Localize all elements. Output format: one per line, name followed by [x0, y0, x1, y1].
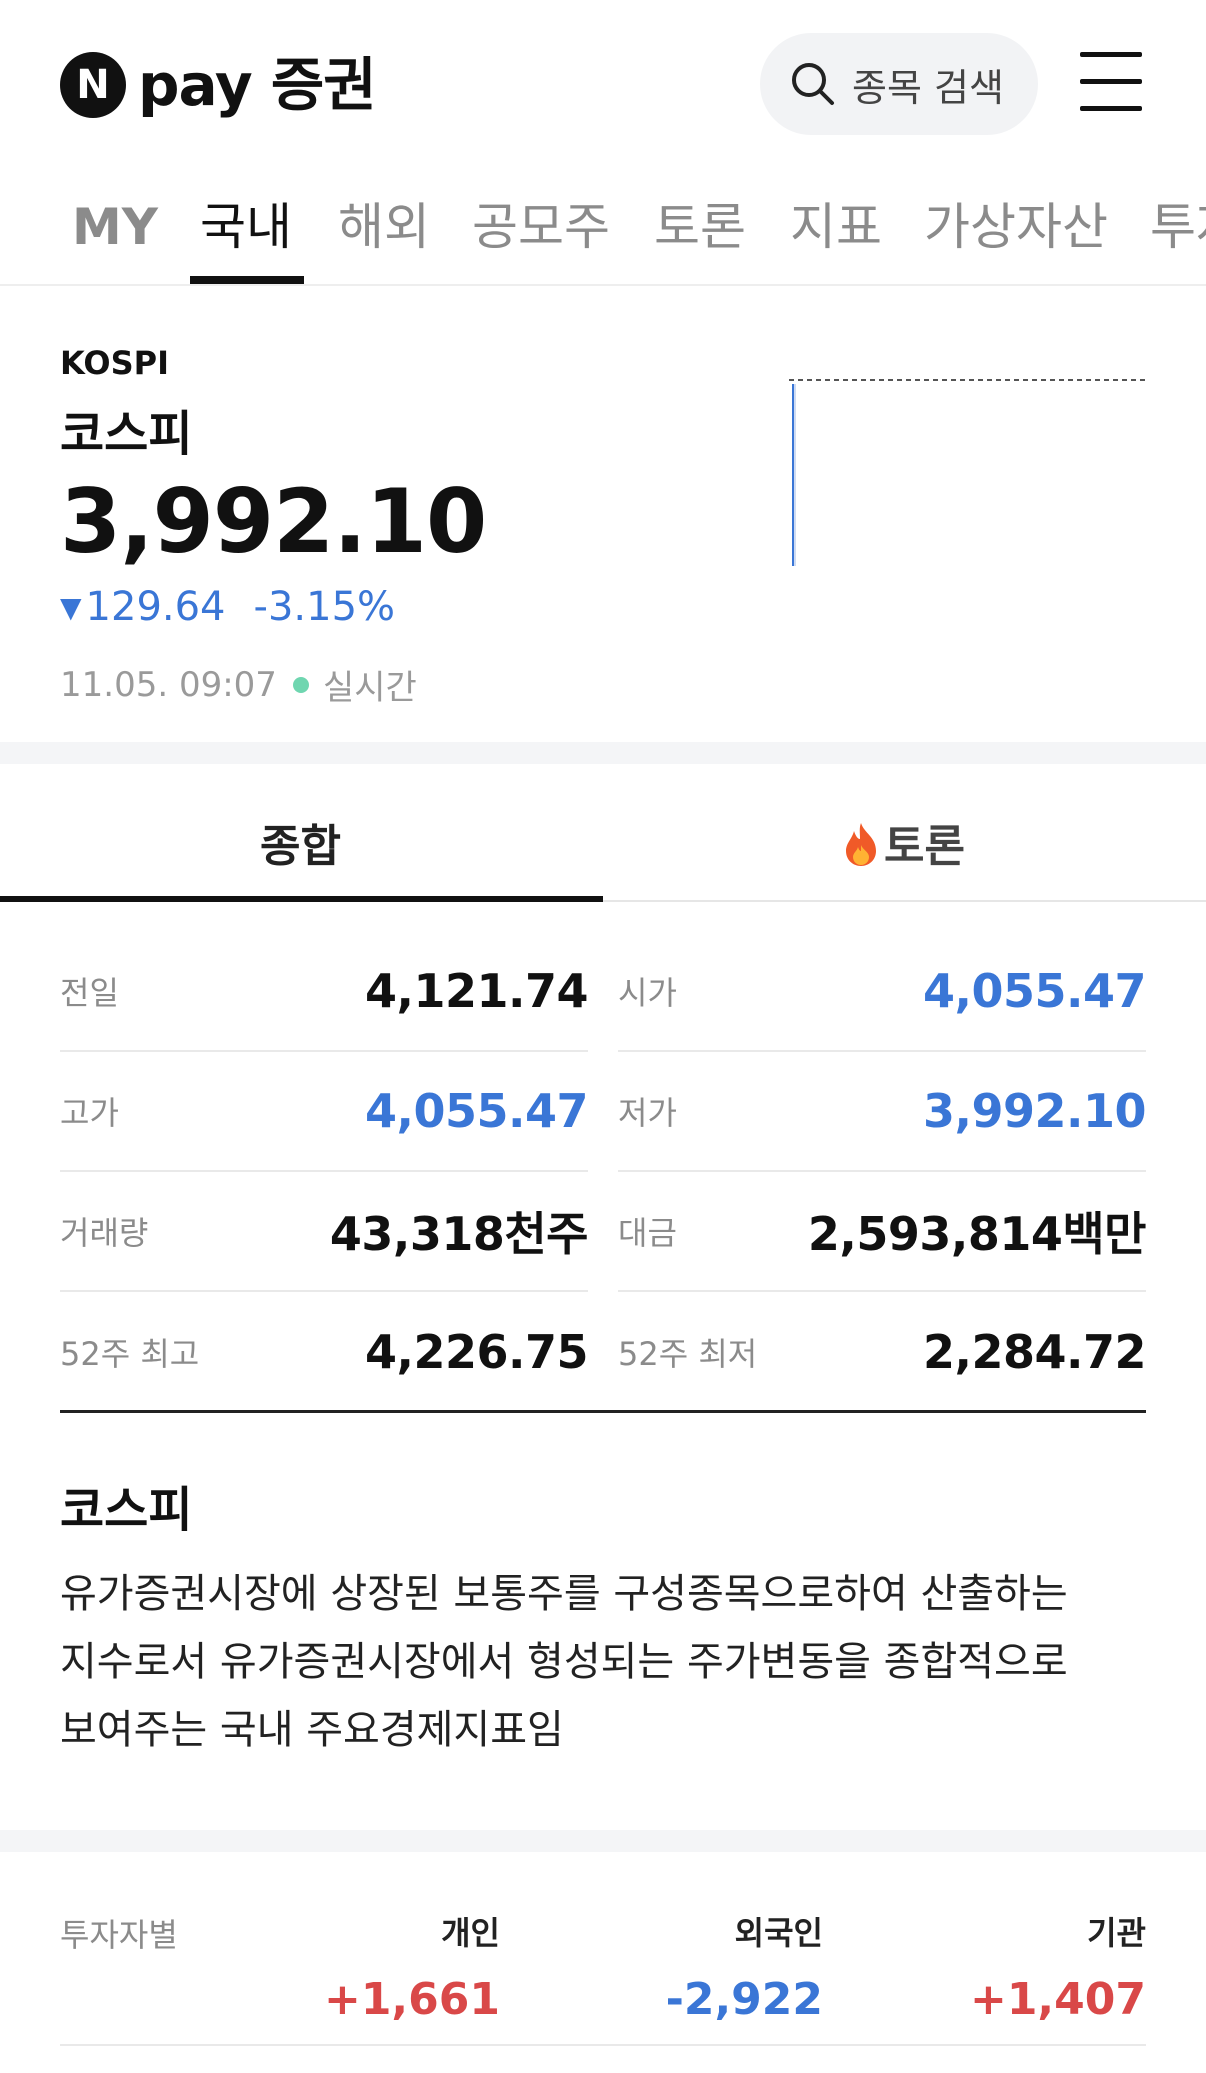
- tab-domestic[interactable]: 국내: [200, 200, 292, 255]
- stats-row: 52주 최고 4,226.75 52주 최저 2,284.72: [60, 1292, 1147, 1412]
- active-subtab-indicator: [0, 896, 603, 902]
- investor-foreign: 외국인 -2,922: [666, 1908, 823, 2025]
- stat-52w-high: 52주 최고 4,226.75: [60, 1292, 589, 1412]
- tab-investment[interactable]: 투자: [1150, 200, 1206, 255]
- detail-tabs: 종합 토론: [0, 766, 1206, 902]
- stat-value: 4,055.47: [365, 1084, 589, 1138]
- description-title: 코스피: [60, 1482, 193, 1538]
- investor-name: 외국인: [734, 1914, 823, 1952]
- tab-overview[interactable]: 종합: [260, 810, 341, 874]
- investor-value: +1,661: [323, 1974, 500, 2025]
- index-timestamp: 11.05. 09:07 실시간: [60, 660, 417, 709]
- investor-name: 개인: [441, 1914, 500, 1952]
- stats-row: 고가 4,055.47 저가 3,992.10: [60, 1052, 1147, 1172]
- change-amount: 129.64: [85, 584, 226, 630]
- stat-label: 52주 최고: [60, 1335, 200, 1373]
- stat-value: 2,284.72: [923, 1325, 1147, 1379]
- npay-logo[interactable]: N pay 증권: [60, 51, 377, 119]
- stats-row: 거래량 43,318천주 대금 2,593,814백만: [60, 1172, 1147, 1292]
- app-header: N pay 증권 종목 검색: [0, 0, 1206, 170]
- index-name: 코스피: [60, 406, 193, 462]
- stat-previous-close: 전일 4,121.74: [60, 932, 589, 1052]
- description-line: 보여주는 국내 주요경제지표임: [60, 1707, 564, 1753]
- fire-icon: [846, 823, 876, 866]
- change-percent: -3.15%: [253, 584, 396, 630]
- stat-high: 고가 4,055.47: [60, 1052, 589, 1172]
- investor-value: -2,922: [665, 1974, 823, 2025]
- stat-volume: 거래량 43,318천주: [60, 1172, 589, 1292]
- hamburger-menu-icon[interactable]: [1080, 52, 1142, 112]
- timestamp-text: 11.05. 09:07: [60, 664, 277, 705]
- stat-label: 52주 최저: [618, 1335, 758, 1373]
- index-change: ▼ 129.64 -3.15%: [60, 584, 395, 630]
- stat-label: 대금: [618, 1214, 677, 1252]
- investor-name: 기관: [1087, 1914, 1146, 1952]
- stock-search-button[interactable]: 종목 검색: [760, 33, 1038, 135]
- tab-crypto[interactable]: 가상자산: [924, 200, 1108, 255]
- stat-trade-value: 대금 2,593,814백만: [618, 1172, 1147, 1292]
- search-icon: [792, 63, 834, 105]
- stat-value: 4,121.74: [365, 964, 589, 1018]
- intraday-mini-chart[interactable]: [785, 370, 1147, 570]
- investor-institution: 기관 +1,407: [970, 1908, 1146, 2025]
- investor-divider: [60, 2044, 1146, 2046]
- down-triangle-icon: ▼: [60, 590, 82, 624]
- tab-ipo[interactable]: 공모주: [472, 200, 610, 255]
- investor-individual: 개인 +1,661: [324, 1908, 500, 2025]
- stat-open: 시가 4,055.47: [618, 932, 1147, 1052]
- stat-value: 3,992.10: [923, 1084, 1147, 1138]
- discussion-tab-label: 토론: [884, 821, 965, 872]
- live-dot-icon: [292, 676, 309, 693]
- tab-indicators[interactable]: 지표: [790, 200, 882, 255]
- stat-label: 거래량: [60, 1214, 149, 1252]
- stat-label: 고가: [60, 1094, 119, 1132]
- stat-value: 4,226.75: [365, 1325, 589, 1379]
- tab-overseas[interactable]: 해외: [338, 200, 430, 255]
- search-placeholder: 종목 검색: [852, 65, 1004, 110]
- index-price: 3,992.10: [60, 470, 487, 573]
- description-line: 유가증권시장에 상장된 보통주를 구성종목으로하여 산출하는: [60, 1571, 1068, 1617]
- index-code: KOSPI: [60, 344, 169, 382]
- naver-n-icon: N: [60, 52, 126, 118]
- investor-value: +1,407: [969, 1974, 1146, 2025]
- category-nav: MY 국내 해외 공모주 토론 지표 가상자산 투자: [0, 170, 1206, 286]
- stats-bottom-divider: [60, 1410, 1146, 1413]
- stat-value: 43,318천주: [329, 1207, 589, 1261]
- realtime-label: 실시간: [322, 668, 417, 708]
- logo-text: pay 증권: [138, 51, 377, 119]
- section-divider: [0, 1830, 1206, 1852]
- tab-discussion[interactable]: 토론: [654, 200, 746, 255]
- tab-my[interactable]: MY: [72, 200, 158, 255]
- stat-label: 저가: [618, 1094, 677, 1132]
- stat-low: 저가 3,992.10: [618, 1052, 1147, 1172]
- stat-label: 시가: [618, 974, 677, 1012]
- active-tab-indicator: [190, 276, 304, 284]
- stats-row: 전일 4,121.74 시가 4,055.47: [60, 932, 1147, 1052]
- investor-section-label: 투자자별: [60, 1916, 178, 1954]
- section-divider: [0, 742, 1206, 764]
- stat-value: 4,055.47: [923, 964, 1147, 1018]
- stat-value: 2,593,814백만: [807, 1207, 1147, 1261]
- tab-discussion-detail[interactable]: 토론: [842, 810, 965, 874]
- stat-label: 전일: [60, 974, 119, 1012]
- stat-52w-low: 52주 최저 2,284.72: [618, 1292, 1147, 1412]
- description-text: 유가증권시장에 상장된 보통주를 구성종목으로하여 산출하는 지수로서 유가증권…: [60, 1560, 1160, 1764]
- description-line: 지수로서 유가증권시장에서 형성되는 주가변동을 종합적으로: [60, 1639, 1068, 1685]
